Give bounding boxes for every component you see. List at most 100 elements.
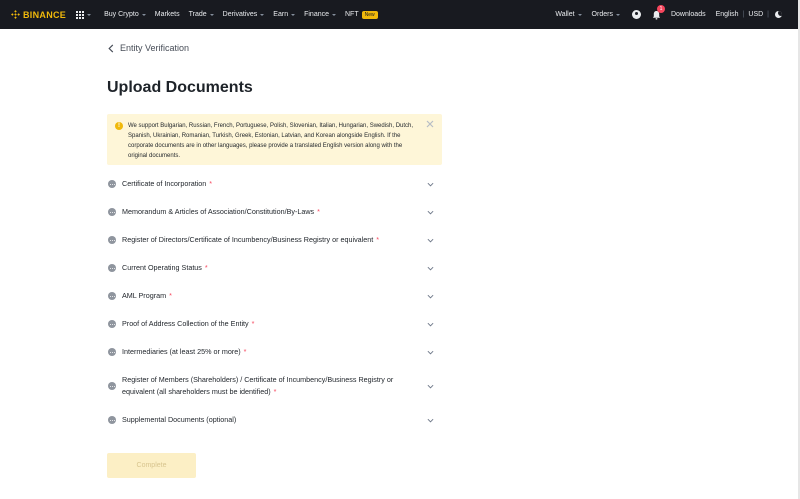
divider: | [742,11,745,18]
chevron-down-icon [141,13,146,16]
pending-status-icon [108,292,116,300]
document-label: Memorandum & Articles of Association/Con… [122,206,427,218]
document-item[interactable]: Intermediaries (at least 25% or more) * [108,346,434,358]
language-selector[interactable]: English [716,11,739,18]
document-label: Certificate of Incorporation * [122,178,427,190]
pending-status-icon [108,382,116,390]
notifications-button[interactable]: 1 [652,4,665,20]
chevron-down-icon [260,13,265,16]
document-title: Memorandum & Articles of Association/Con… [122,207,315,216]
nav-item-label: NFT [345,11,359,18]
document-item[interactable]: AML Program * [108,290,434,302]
pending-status-icon [108,236,116,244]
document-item[interactable]: Proof of Address Collection of the Entit… [108,318,434,330]
chevron-down-icon[interactable] [427,322,434,327]
orders-menu[interactable]: Orders [592,11,620,18]
warning-icon: ! [115,122,123,130]
chevron-down-icon[interactable] [427,182,434,187]
downloads-label: Downloads [670,11,706,18]
document-item[interactable]: Certificate of Incorporation * [108,178,434,190]
notification-badge: 1 [656,4,665,13]
document-item[interactable]: Memorandum & Articles of Association/Con… [108,206,434,218]
orders-label: Orders [591,11,613,18]
nav-item-trade[interactable]: Trade [189,11,214,18]
nav-item-label: Buy Crypto [104,11,139,18]
document-item[interactable]: Register of Directors/Certificate of Inc… [108,234,434,246]
required-marker: * [273,387,277,396]
nav-item-label: Earn [273,11,289,18]
chevron-down-icon [209,13,214,16]
document-item[interactable]: Supplemental Documents (optional) [108,414,434,426]
notice-text: We support Bulgarian, Russian, French, P… [128,123,414,159]
nav-item-finance[interactable]: Finance [304,11,336,18]
user-icon[interactable] [631,10,641,19]
nav-item-markets[interactable]: Markets [155,11,180,18]
document-label: Intermediaries (at least 25% or more) * [122,346,427,358]
pending-status-icon [108,208,116,216]
required-marker: * [317,207,320,216]
required-marker: * [209,179,213,188]
document-item[interactable]: Register of Members (Shareholders) / Cer… [108,374,434,398]
theme-toggle-moon-icon[interactable] [775,11,782,18]
language-label: English [715,11,739,18]
document-label: Register of Directors/Certificate of Inc… [122,234,427,246]
nav-item-buy-crypto[interactable]: Buy Crypto [104,11,146,18]
document-title: Certificate of Incorporation [122,179,207,188]
nav-item-nft[interactable]: NFT New [345,10,378,19]
top-navbar: BINANCE Buy Crypto Markets Trade Derivative… [0,0,798,29]
pending-status-icon [108,320,116,328]
document-label: Register of Members (Shareholders) / Cer… [122,374,427,398]
required-marker: * [376,235,380,244]
chevron-down-icon[interactable] [427,418,434,423]
downloads-link[interactable]: Downloads [671,11,706,18]
chevron-down-icon[interactable] [427,238,434,243]
pending-status-icon [108,264,116,272]
back-label: Entity Verification [120,43,190,53]
new-badge: New [361,10,378,19]
currency-selector[interactable]: USD [748,11,763,18]
wallet-menu[interactable]: Wallet [555,11,582,18]
document-label: Current Operating Status * [122,262,427,274]
document-title: Proof of Address Collection of the Entit… [122,319,249,328]
chevron-down-icon [332,13,336,16]
language-notice: ! We support Bulgarian, Russian, French,… [107,114,442,165]
nav-item-label: Trade [188,11,207,18]
back-link[interactable]: Entity Verification [108,43,189,53]
currency-label: USD [748,11,764,18]
chevron-down-icon[interactable] [427,350,434,355]
binance-logo-icon [11,10,20,19]
document-label: Proof of Address Collection of the Entit… [122,318,427,330]
nav-item-derivatives[interactable]: Derivatives [223,11,265,18]
chevron-down-icon[interactable] [427,266,434,271]
document-title: AML Program [122,291,167,300]
document-title: Supplemental Documents (optional) [122,415,237,424]
nav-item-label: Derivatives [222,11,258,18]
apps-menu-button[interactable] [76,10,92,19]
document-title: Intermediaries (at least 25% or more) [122,347,241,356]
chevron-down-icon [577,13,582,16]
document-title: Current Operating Status [122,263,202,272]
brand-name: BINANCE [23,9,67,20]
document-label: Supplemental Documents (optional) [122,414,427,426]
chevron-down-icon[interactable] [427,384,434,389]
document-title: Register of Members (Shareholders) / Cer… [122,375,394,396]
chevron-down-icon[interactable] [427,294,434,299]
chevron-down-icon[interactable] [427,210,434,215]
nav-item-label: Markets [154,11,180,18]
pending-status-icon [108,180,116,188]
chevron-left-icon [108,43,114,53]
document-item[interactable]: Current Operating Status * [108,262,434,274]
nav-item-label: Finance [304,11,329,18]
wallet-label: Wallet [555,11,575,18]
chevron-down-icon [291,13,296,16]
required-marker: * [251,319,255,328]
complete-button[interactable]: Complete [107,453,196,478]
required-marker: * [169,291,172,300]
divider: | [767,11,769,18]
required-marker: * [204,263,208,272]
binance-logo[interactable]: BINANCE [11,10,66,20]
required-marker: * [243,347,247,356]
nav-item-earn[interactable]: Earn [273,11,296,18]
document-label: AML Program * [122,290,427,302]
close-icon[interactable] [426,120,434,128]
